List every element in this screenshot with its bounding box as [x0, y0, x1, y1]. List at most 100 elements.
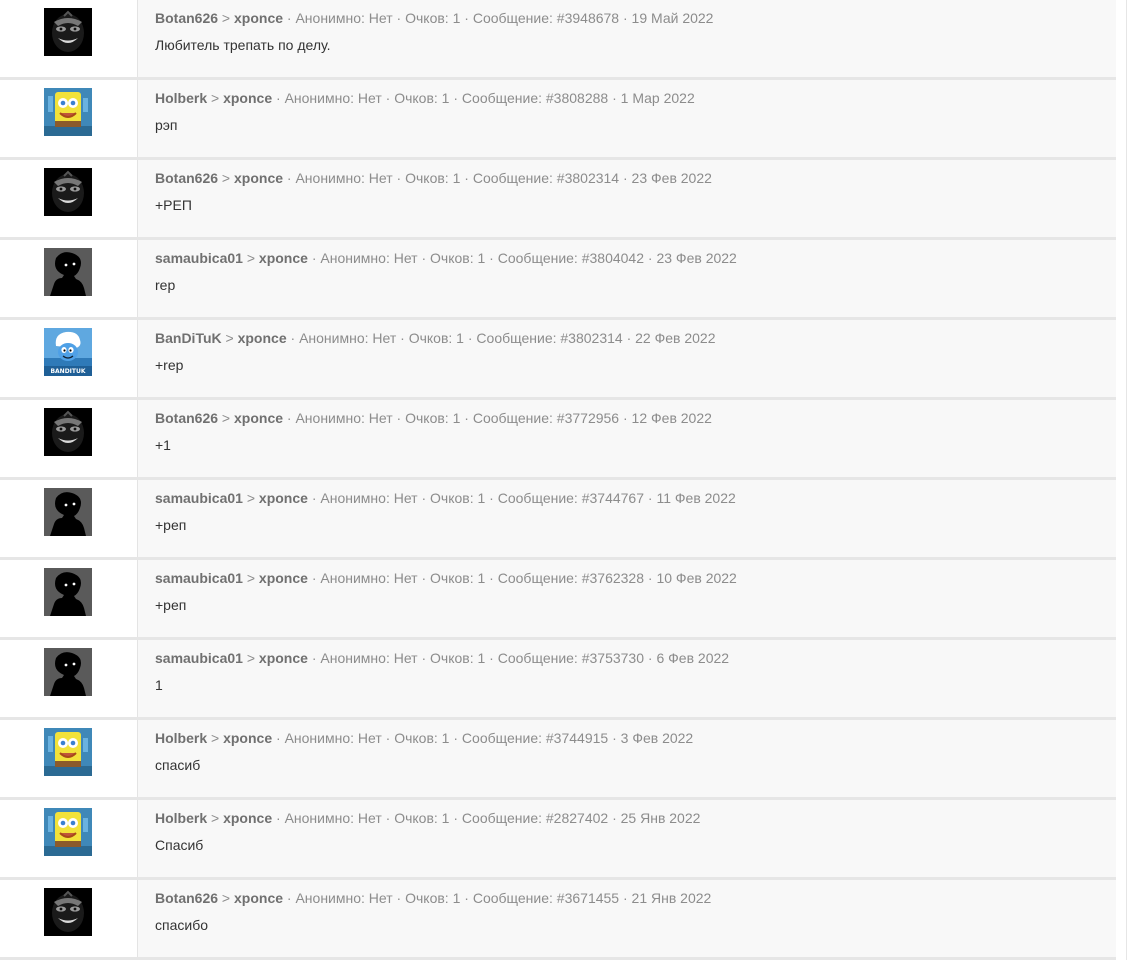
silhouette-icon [44, 248, 92, 296]
reputation-entry: samaubica01 > xponce · Анонимно: Нет · О… [0, 240, 1116, 320]
anon-label: Анонимно: Нет [284, 730, 382, 746]
author-link[interactable]: Holberk [155, 90, 207, 106]
author-link[interactable]: Holberk [155, 730, 207, 746]
author-link[interactable]: samaubica01 [155, 250, 243, 266]
recipient-link[interactable]: xponce [259, 650, 308, 666]
author-link[interactable]: samaubica01 [155, 570, 243, 586]
entry-meta: Botan626 > xponce · Анонимно: Нет · Очко… [155, 169, 712, 187]
avatar-cell [0, 0, 138, 77]
recipient-link[interactable]: xponce [259, 490, 308, 506]
entry-meta: samaubica01 > xponce · Анонимно: Нет · О… [155, 489, 736, 507]
entry-text: +реп [155, 517, 187, 533]
sep: · [619, 410, 632, 426]
message-id-link[interactable]: #3744767 [582, 490, 644, 506]
sep: · [283, 170, 296, 186]
avatar-link[interactable] [44, 8, 92, 56]
avatar-link[interactable] [44, 248, 92, 296]
message-id-link[interactable]: #3802314 [560, 330, 622, 346]
entry-text: спасибо [155, 917, 208, 933]
svg-text:BANDITUK: BANDITUK [50, 368, 85, 375]
author-link[interactable]: Botan626 [155, 890, 218, 906]
avatar-link[interactable] [44, 728, 92, 776]
sep: · [608, 90, 621, 106]
avatar-cell [0, 160, 138, 237]
scrollbar-track[interactable] [1126, 0, 1127, 960]
message-id-link[interactable]: #3948678 [557, 10, 619, 26]
entry-date: 10 Фев 2022 [656, 570, 737, 586]
arrow: > [218, 890, 234, 906]
anon-label: Анонимно: Нет [295, 410, 393, 426]
reputation-entry: Holberk > xponce · Анонимно: Нет · Очков… [0, 800, 1116, 880]
avatar-link[interactable] [44, 88, 92, 136]
message-label: Сообщение: [472, 890, 557, 906]
message-id-link[interactable]: #3772956 [557, 410, 619, 426]
author-link[interactable]: Botan626 [155, 10, 218, 26]
message-id-link[interactable]: #2827402 [546, 810, 608, 826]
entry-text: +rep [155, 357, 184, 373]
recipient-link[interactable]: xponce [234, 410, 283, 426]
sep: · [644, 650, 657, 666]
entry-meta: Botan626 > xponce · Анонимно: Нет · Очко… [155, 9, 713, 27]
entry-meta: Holberk > xponce · Анонимно: Нет · Очков… [155, 89, 695, 107]
author-link[interactable]: Botan626 [155, 410, 218, 426]
recipient-link[interactable]: xponce [223, 90, 272, 106]
avatar-link[interactable] [44, 488, 92, 536]
message-id-link[interactable]: #3808288 [546, 90, 608, 106]
points-label: Очков: 1 [430, 490, 486, 506]
message-id-link[interactable]: #3802314 [557, 170, 619, 186]
entry-text: рэп [155, 117, 178, 133]
reputation-entry: samaubica01 > xponce · Анонимно: Нет · О… [0, 640, 1116, 720]
recipient-link[interactable]: xponce [259, 570, 308, 586]
arrow: > [242, 490, 259, 506]
recipient-link[interactable]: xponce [238, 330, 287, 346]
author-link[interactable]: Botan626 [155, 170, 218, 186]
reputation-entry: Holberk > xponce · Анонимно: Нет · Очков… [0, 80, 1116, 160]
sep: · [449, 810, 462, 826]
avatar-cell [0, 560, 138, 637]
message-id-link[interactable]: #3744915 [546, 730, 608, 746]
message-label: Сообщение: [461, 810, 546, 826]
avatar-link[interactable]: BANDITUK [44, 328, 92, 376]
points-label: Очков: 1 [394, 90, 450, 106]
message-id-link[interactable]: #3804042 [582, 250, 644, 266]
message-id-link[interactable]: #3753730 [582, 650, 644, 666]
sep: · [417, 490, 431, 506]
points-label: Очков: 1 [430, 650, 486, 666]
spongebob-icon [44, 88, 92, 136]
avatar-link[interactable] [44, 648, 92, 696]
message-cell: samaubica01 > xponce · Анонимно: Нет · О… [138, 560, 1116, 639]
arrow: > [207, 730, 224, 746]
sep: · [307, 250, 321, 266]
message-label: Сообщение: [497, 250, 582, 266]
reputation-entry: Botan626 > xponce · Анонимно: Нет · Очко… [0, 880, 1116, 960]
spongebob-icon [44, 728, 92, 776]
avatar-link[interactable] [44, 568, 92, 616]
sep: · [460, 410, 473, 426]
sep: · [392, 410, 406, 426]
sep: · [283, 10, 296, 26]
author-link[interactable]: samaubica01 [155, 650, 243, 666]
avatar-link[interactable] [44, 808, 92, 856]
message-id-link[interactable]: #3671455 [557, 890, 619, 906]
author-link[interactable]: Holberk [155, 810, 207, 826]
avatar-cell [0, 640, 138, 717]
avatar-cell [0, 800, 138, 877]
recipient-link[interactable]: xponce [223, 810, 272, 826]
message-id-link[interactable]: #3762328 [582, 570, 644, 586]
dark-face-icon [44, 888, 92, 936]
recipient-link[interactable]: xponce [223, 730, 272, 746]
author-link[interactable]: BanDiTuK [155, 330, 222, 346]
message-label: Сообщение: [472, 170, 557, 186]
reputation-entry: samaubica01 > xponce · Анонимно: Нет · О… [0, 560, 1116, 640]
avatar-link[interactable] [44, 408, 92, 456]
sep: · [272, 90, 285, 106]
avatar-link[interactable] [44, 888, 92, 936]
author-link[interactable]: samaubica01 [155, 490, 243, 506]
recipient-link[interactable]: xponce [234, 10, 283, 26]
recipient-link[interactable]: xponce [259, 250, 308, 266]
recipient-link[interactable]: xponce [234, 170, 283, 186]
avatar-cell [0, 480, 138, 557]
avatar-link[interactable] [44, 168, 92, 216]
entry-date: 23 Фев 2022 [656, 250, 737, 266]
recipient-link[interactable]: xponce [234, 890, 283, 906]
